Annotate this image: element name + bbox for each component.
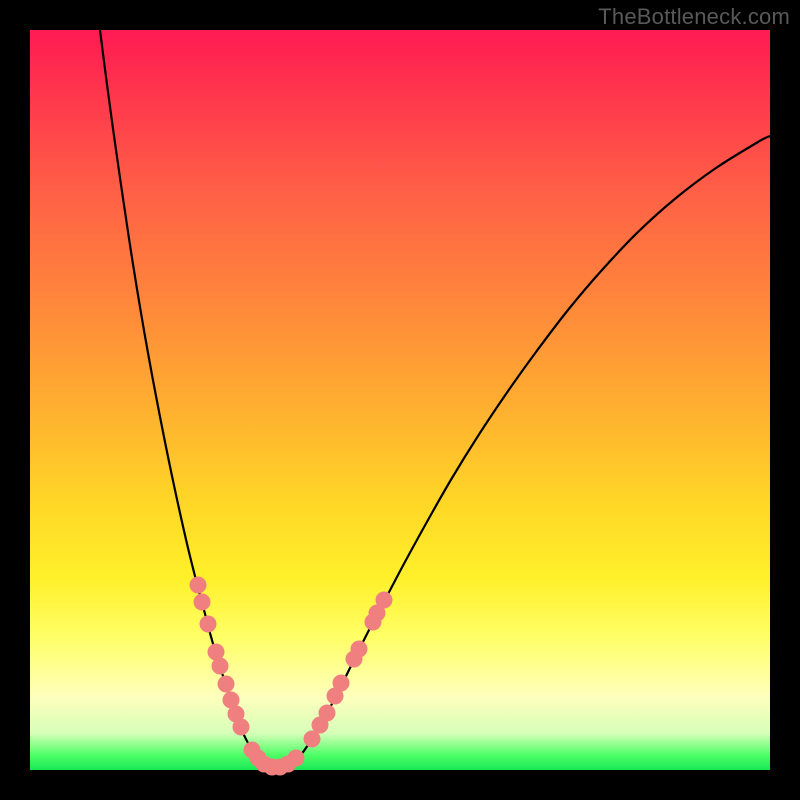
- data-dot: [194, 594, 211, 611]
- data-dot: [333, 675, 350, 692]
- data-dot: [190, 577, 207, 594]
- data-dot: [376, 592, 393, 609]
- data-dot: [218, 676, 235, 693]
- chart-gradient-area: [30, 30, 770, 770]
- data-dot: [233, 719, 250, 736]
- bottleneck-curve: [100, 30, 770, 768]
- data-dot: [319, 705, 336, 722]
- data-dots-group: [190, 577, 393, 776]
- chart-frame: TheBottleneck.com: [0, 0, 800, 800]
- data-dot: [212, 658, 229, 675]
- data-dot: [351, 641, 368, 658]
- watermark-text: TheBottleneck.com: [598, 4, 790, 30]
- data-dot: [288, 750, 305, 767]
- chart-svg: [30, 30, 770, 770]
- data-dot: [200, 616, 217, 633]
